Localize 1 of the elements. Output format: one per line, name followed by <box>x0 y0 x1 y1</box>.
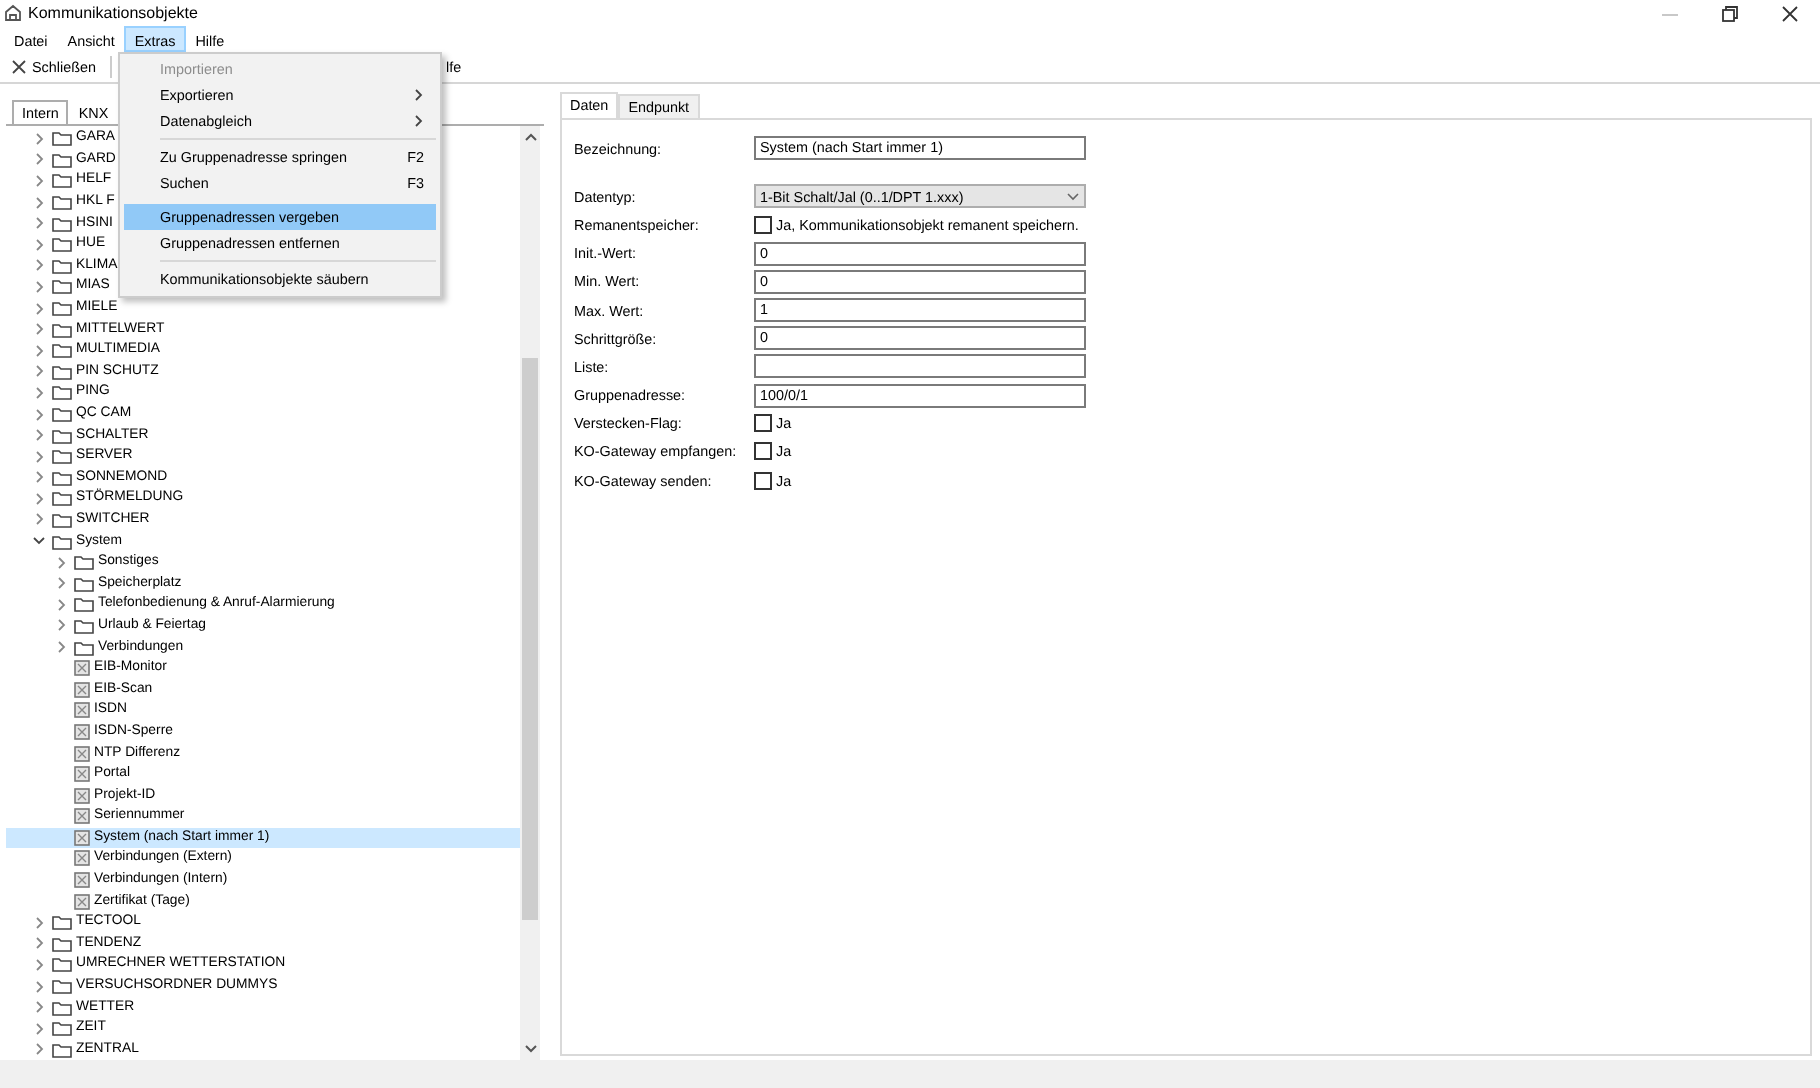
window-title: Kommunikationsobjekte <box>28 4 198 22</box>
